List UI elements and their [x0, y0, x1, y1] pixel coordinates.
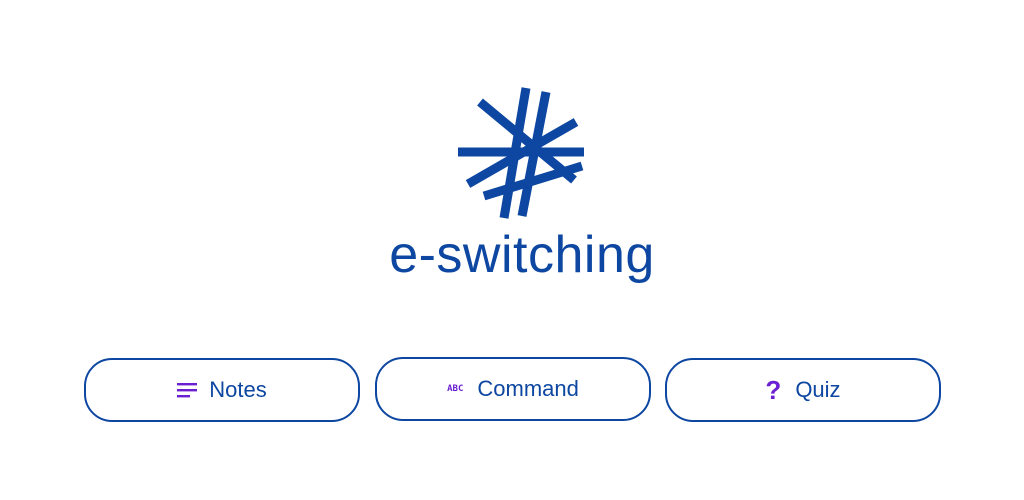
notes-button-label: Notes — [209, 377, 267, 402]
app-title: e-switching — [389, 226, 655, 284]
question-mark-icon: ? — [765, 374, 782, 405]
notes-button[interactable]: Notes — [84, 358, 360, 422]
quiz-button-label: Quiz — [795, 377, 841, 402]
notes-lines-icon — [177, 382, 199, 398]
command-button[interactable]: ABC Command — [375, 357, 651, 421]
command-button-label: Command — [477, 376, 579, 401]
home-screen: e-switching Notes ABC Command ? Quiz — [0, 0, 1024, 500]
quiz-button[interactable]: ? Quiz — [665, 358, 941, 422]
abc-text-icon: ABC — [447, 384, 464, 394]
app-logo-icon — [458, 87, 584, 219]
